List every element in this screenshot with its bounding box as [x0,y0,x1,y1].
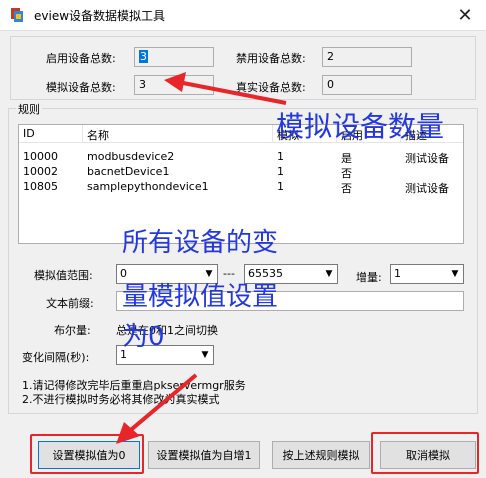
annotation-all-zero-line1: 所有设备的变 [122,228,279,258]
annotation-simulated-count: 模拟设备数量 [276,110,445,143]
annotation-all-zero-line2: 量模拟值设置 [122,282,279,312]
arrow-to-set-zero [116,373,198,444]
arrow-to-simulated-count [164,72,287,105]
annotation-all-zero-line3: 为0 [122,322,165,352]
